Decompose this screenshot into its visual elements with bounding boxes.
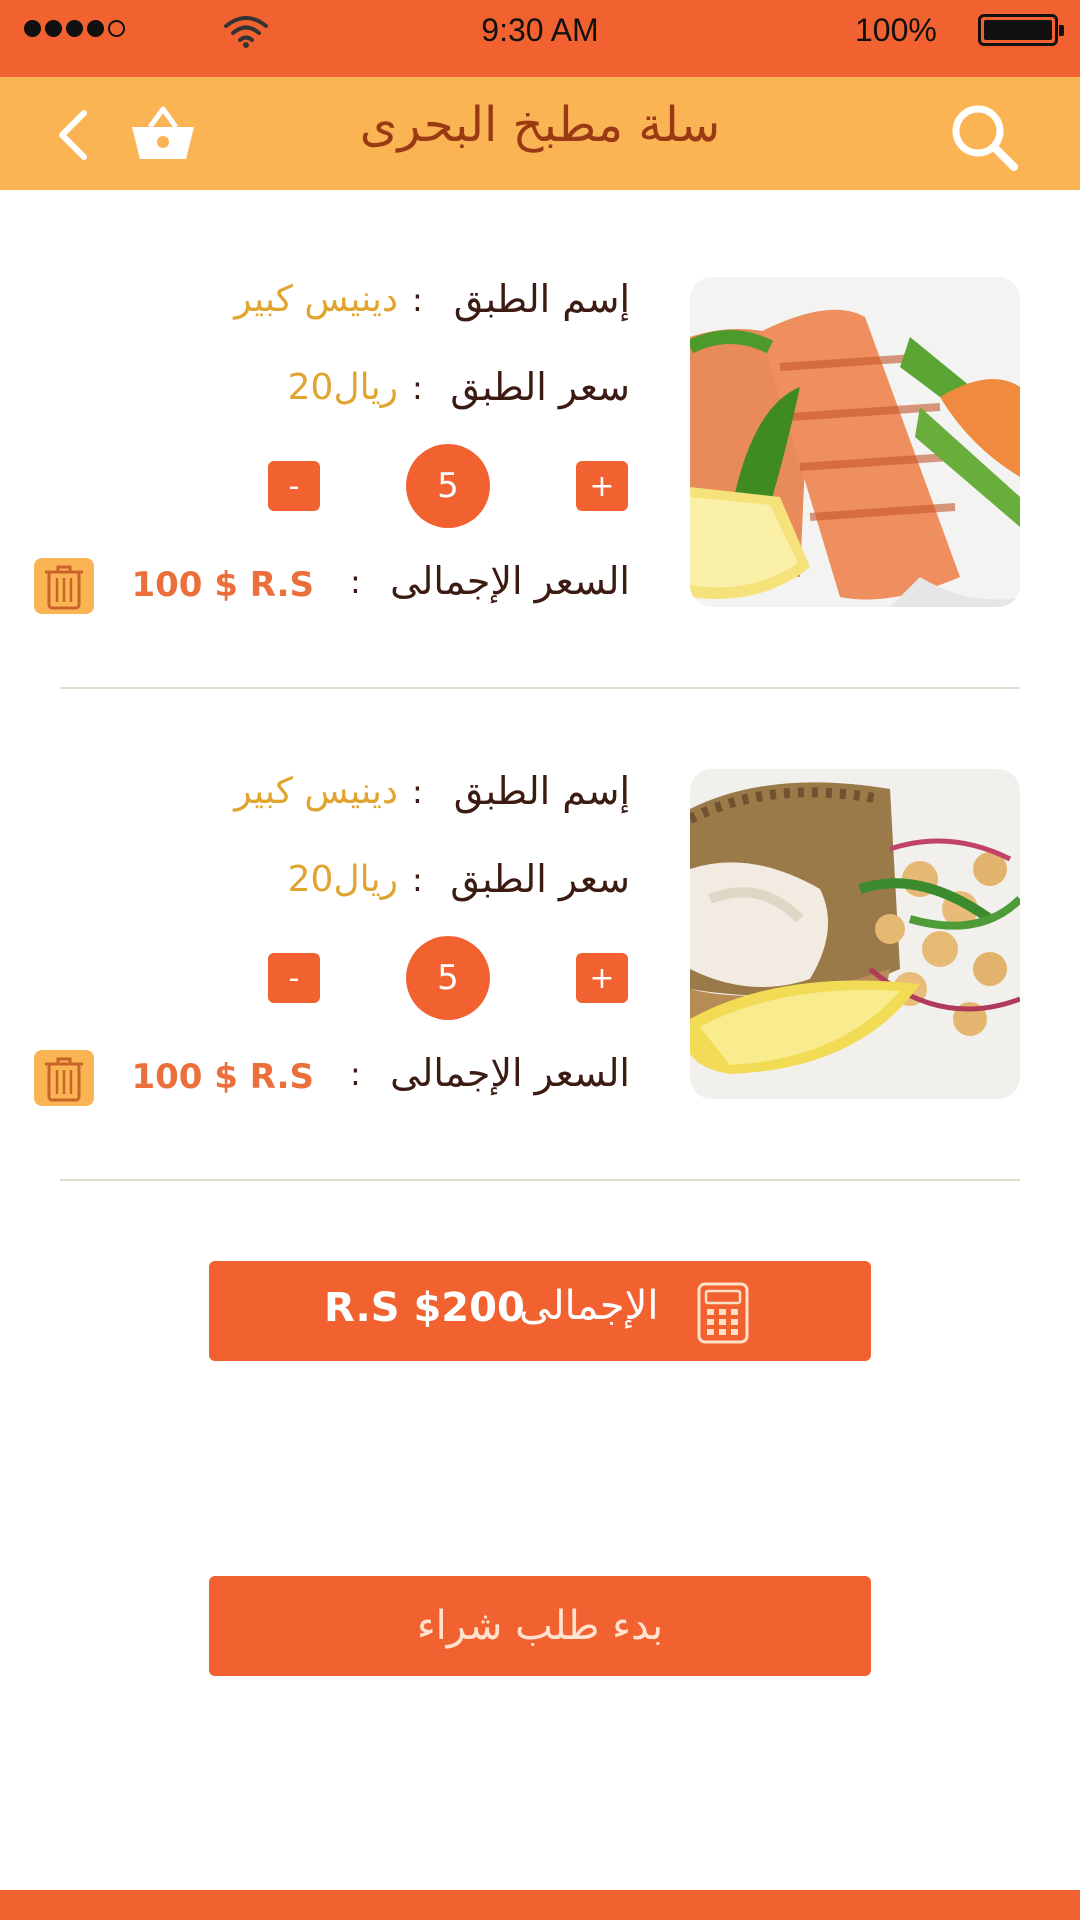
item-total-label: السعر الإجمالى xyxy=(390,559,630,603)
trash-icon[interactable] xyxy=(34,1050,94,1106)
trash-icon[interactable] xyxy=(34,558,94,614)
increase-quantity-button[interactable]: + xyxy=(576,953,628,1003)
dish-name-label: إسم الطبق xyxy=(453,769,630,813)
colon: : xyxy=(412,369,423,407)
cart-total-bar: R.S $200 الإجمالى xyxy=(209,1261,871,1361)
divider xyxy=(60,687,1020,689)
calculator-icon xyxy=(697,1282,749,1344)
item-total-value: 100 $ R.S xyxy=(131,1057,314,1097)
colon: : xyxy=(412,773,423,811)
battery-percent: 100% xyxy=(855,12,937,48)
decrease-quantity-button[interactable]: - xyxy=(268,953,320,1003)
dish-price-value: 20ريال xyxy=(287,859,398,900)
search-icon[interactable] xyxy=(948,101,1020,173)
bottom-bar xyxy=(0,1890,1080,1920)
start-order-button[interactable]: بدء طلب شراء xyxy=(209,1576,871,1676)
cart-total-label: الإجمالى xyxy=(519,1283,659,1329)
quantity-value: 5 xyxy=(406,936,490,1020)
app-header: سلة مطبخ البحرى xyxy=(0,77,1080,190)
increase-quantity-button[interactable]: + xyxy=(576,461,628,511)
status-bar: 9:30 AM 100% xyxy=(0,0,1080,77)
item-total-value: 100 $ R.S xyxy=(131,565,314,605)
dish-name-value: دينيس كبير xyxy=(234,771,398,812)
quantity-value: 5 xyxy=(406,444,490,528)
dish-price-value: 20ريال xyxy=(287,367,398,408)
colon: : xyxy=(350,1055,361,1093)
dish-name-label: إسم الطبق xyxy=(453,277,630,321)
item-total-label: السعر الإجمالى xyxy=(390,1051,630,1095)
cart-total-amount: R.S $200 xyxy=(324,1285,525,1331)
divider xyxy=(60,1179,1020,1181)
dish-name-value: دينيس كبير xyxy=(234,279,398,320)
crusted-fish-salad-photo xyxy=(690,769,1020,1099)
page-title: سلة مطبخ البحرى xyxy=(359,97,721,153)
grilled-salmon-photo xyxy=(690,277,1020,607)
battery-icon xyxy=(978,14,1064,46)
cart-item: إسم الطبق : دينيس كبير سعر الطبق : 20ريا… xyxy=(0,277,1080,617)
dish-price-label: سعر الطبق xyxy=(450,365,630,409)
cart-item: إسم الطبق : دينيس كبير سعر الطبق : 20ريا… xyxy=(0,769,1080,1109)
colon: : xyxy=(412,281,423,319)
dish-price-label: سعر الطبق xyxy=(450,857,630,901)
decrease-quantity-button[interactable]: - xyxy=(268,461,320,511)
colon: : xyxy=(350,563,361,601)
colon: : xyxy=(412,861,423,899)
